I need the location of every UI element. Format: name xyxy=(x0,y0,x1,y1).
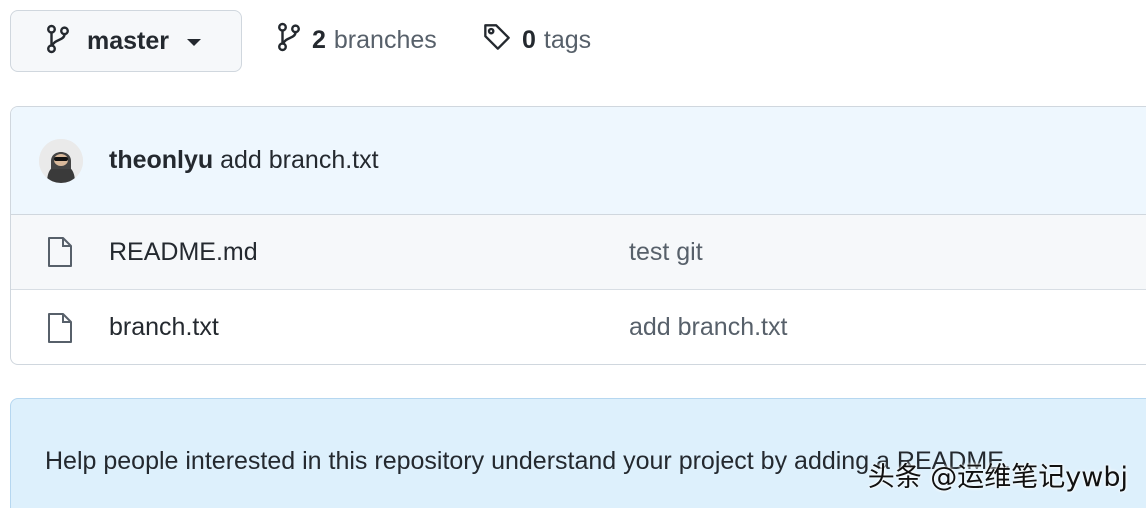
file-row[interactable]: README.md test git xyxy=(11,215,1146,290)
branch-name: master xyxy=(87,26,169,55)
commit-author[interactable]: theonlyu xyxy=(109,146,213,174)
latest-commit-text: theonlyu add branch.txt xyxy=(109,146,379,175)
tags-label: tags xyxy=(543,25,592,54)
tags-count: 0 xyxy=(522,25,536,54)
branches-label: branches xyxy=(333,25,437,54)
latest-commit-row: theonlyu add branch.txt xyxy=(11,107,1146,215)
file-icon xyxy=(47,312,73,344)
file-list: theonlyu add branch.txt README.md test g… xyxy=(10,106,1146,365)
watermark: 头条 @运维笔记ywbj xyxy=(867,462,1128,493)
file-name[interactable]: branch.txt xyxy=(109,313,219,342)
file-commit-message[interactable]: test git xyxy=(629,238,703,267)
git-branch-icon xyxy=(276,22,302,59)
tags-link[interactable]: 0 tags xyxy=(482,20,591,60)
file-row[interactable]: branch.txt add branch.txt xyxy=(11,290,1146,364)
file-icon xyxy=(47,236,73,268)
commit-message[interactable]: add branch.txt xyxy=(220,146,378,174)
git-branch-icon xyxy=(45,24,71,59)
branch-selector-button[interactable]: master xyxy=(10,10,242,72)
avatar[interactable] xyxy=(39,138,83,183)
tag-icon xyxy=(482,22,512,59)
file-commit-message[interactable]: add branch.txt xyxy=(629,313,787,342)
caret-down-icon xyxy=(187,38,201,46)
repo-page: master 2 branches 0 tags theonlyu add br… xyxy=(0,0,1146,508)
branches-link[interactable]: 2 branches xyxy=(276,20,437,60)
file-name[interactable]: README.md xyxy=(109,238,258,267)
branches-count: 2 xyxy=(312,25,326,54)
readme-prompt-text: Help people interested in this repositor… xyxy=(45,447,1011,475)
